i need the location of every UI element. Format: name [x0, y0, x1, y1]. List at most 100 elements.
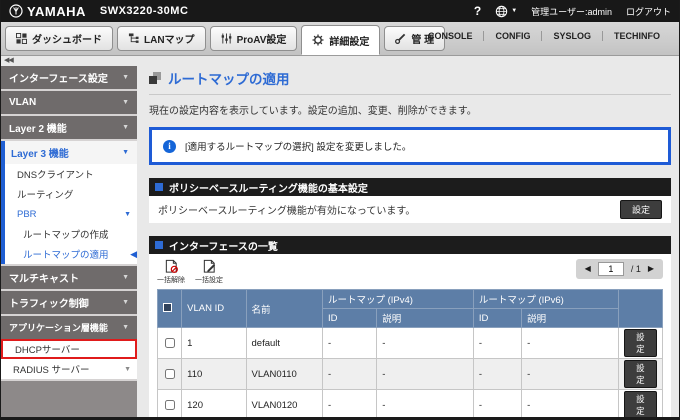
cell-name: VLAN0110 — [245, 358, 323, 390]
gear-icon — [312, 34, 324, 46]
sidebar-collapse-icon[interactable]: ◀◀ — [1, 56, 137, 66]
list-toolbar: 一括解除 一括設定 ◀ / 1 ▶ — [157, 259, 663, 285]
chevron-down-icon: ▼ — [122, 149, 129, 156]
info-icon: i — [163, 139, 176, 153]
sidebar-item-routing[interactable]: ルーティング — [5, 184, 137, 204]
col-header-name: 名前 — [245, 289, 323, 328]
cell-v6-desc: - — [521, 358, 619, 390]
row-settings-button[interactable]: 設定 — [623, 391, 657, 417]
bulk-set-icon — [203, 259, 215, 273]
col-header-routemap-ipv4: ルートマップ (IPv4) — [321, 289, 474, 309]
sidebar-item-label: アプリケーション層機能 — [9, 323, 108, 333]
sidebar-item-vlan[interactable]: VLAN ▼ — [1, 91, 137, 114]
pbr-section-body: ポリシーベースルーティング機能が有効になっています。 設定 — [149, 196, 671, 223]
sidebar: ◀◀ インターフェース設定 ▼ VLAN ▼ Layer 2 機能 ▼ Laye… — [1, 56, 137, 417]
bulk-clear-icon — [165, 259, 178, 273]
select-all-checkbox[interactable] — [163, 302, 172, 312]
cell-v6-id: - — [472, 389, 523, 417]
row-settings-button[interactable]: 設定 — [623, 329, 657, 357]
config-link[interactable]: CONFIG — [483, 31, 541, 41]
pbr-section-header: ポリシーベースルーティング機能の基本設定 — [149, 178, 671, 196]
pbr-status-text: ポリシーベースルーティング機能が有効になっています。 — [158, 206, 416, 217]
globe-icon — [495, 5, 508, 17]
tab-label: ProAV設定 — [236, 35, 287, 46]
bulk-set-button[interactable]: 一括設定 — [195, 259, 223, 285]
cell-vlan-id: 120 — [181, 389, 247, 417]
sidebar-item-multicast[interactable]: マルチキャスト ▼ — [1, 266, 137, 289]
console-link[interactable]: CONSOLE — [417, 31, 484, 41]
sidebar-item-dns-client[interactable]: DNSクライアント — [5, 164, 137, 184]
prev-page-icon[interactable]: ◀ — [585, 265, 591, 273]
logout-button[interactable]: ログアウト — [626, 5, 671, 18]
notice-banner: i [適用するルートマップの選択] 設定を変更しました。 — [149, 127, 671, 165]
chevron-down-icon: ▼ — [122, 99, 129, 106]
sidebar-item-label: トラフィック制御 — [9, 299, 89, 310]
sidebar-item-routemap-apply[interactable]: ルートマップの適用 ◀ — [5, 244, 137, 264]
section-bullet-icon — [155, 241, 163, 249]
page-input[interactable] — [597, 262, 624, 276]
tab-dashboard[interactable]: ダッシュボード — [5, 26, 113, 51]
bulk-clear-button[interactable]: 一括解除 — [157, 259, 185, 285]
sidebar-item-label: インターフェース設定 — [9, 74, 108, 85]
sidebar-item-layer3[interactable]: Layer 3 機能 ▼ — [5, 141, 137, 164]
chevron-down-icon: ▼ — [122, 74, 129, 81]
cell-v6-desc: - — [521, 389, 619, 417]
help-icon[interactable]: ? — [474, 4, 481, 18]
cell-vlan-id: 110 — [181, 358, 247, 390]
col-header-action — [617, 289, 664, 328]
interface-section-header: インターフェースの一覧 — [149, 236, 671, 254]
sidebar-item-dhcp-server[interactable]: DHCPサーバー — [1, 339, 137, 359]
table-row: 120 VLAN0120 - - - - 設定 — [156, 389, 664, 417]
sidebar-group-application: DHCPサーバー RADIUS サーバー ▼ — [1, 339, 137, 379]
sidebar-item-label: VLAN — [9, 97, 37, 108]
sidebar-item-label: ルートマップの適用 — [23, 250, 109, 261]
logged-in-user: 管理ユーザー:admin — [531, 6, 612, 17]
app-window: YAMAHA SWX3220-30MC ? ▼ 管理ユーザー:admin ログア… — [0, 0, 680, 420]
sidebar-item-interface-settings[interactable]: インターフェース設定 ▼ — [1, 66, 137, 89]
page-title: ルートマップの適用 — [168, 72, 290, 87]
pbr-settings-button[interactable]: 設定 — [619, 200, 662, 219]
interface-section-body: 一括解除 一括設定 ◀ / 1 ▶ — [149, 254, 671, 417]
main-tab-bar: ダッシュボード LANマップ ProAV設定 詳細設定 管 理 CONSOLE … — [1, 22, 679, 56]
techinfo-link[interactable]: TECHINFO — [602, 31, 671, 41]
table-row: 1 default - - - - 設定 — [156, 327, 664, 359]
col-header-ipv4-desc: 説明 — [376, 308, 474, 328]
sidebar-item-label: DHCPサーバー — [15, 345, 80, 356]
cell-v6-desc: - — [521, 327, 619, 359]
tab-proav[interactable]: ProAV設定 — [209, 26, 298, 51]
cell-v4-id: - — [321, 389, 378, 417]
chevron-down-icon: ▼ — [122, 274, 129, 281]
cell-v4-desc: - — [376, 389, 474, 417]
cell-v4-desc: - — [376, 327, 474, 359]
cell-name: VLAN0120 — [245, 389, 323, 417]
tab-advanced-settings[interactable]: 詳細設定 — [301, 25, 381, 55]
chevron-down-icon: ▼ — [124, 365, 131, 373]
page-total: / 1 — [630, 264, 641, 274]
row-checkbox[interactable] — [164, 337, 175, 348]
cell-v4-desc: - — [376, 358, 474, 390]
row-settings-button[interactable]: 設定 — [623, 360, 657, 388]
tab-lanmap[interactable]: LANマップ — [117, 26, 206, 51]
topbar-right: ? ▼ 管理ユーザー:admin ログアウト — [474, 4, 671, 18]
cell-v6-id: - — [472, 327, 523, 359]
col-header-vlan-id: VLAN ID — [181, 289, 247, 328]
sidebar-item-routemap-create[interactable]: ルートマップの作成 — [5, 224, 137, 244]
tab-label: ダッシュボード — [32, 35, 102, 46]
interface-section-title: インターフェースの一覧 — [169, 241, 278, 253]
page-description: 現在の設定内容を表示しています。設定の追加、変更、削除ができます。 — [149, 106, 477, 117]
row-checkbox[interactable] — [164, 368, 175, 379]
sidebar-item-layer2[interactable]: Layer 2 機能 ▼ — [1, 116, 137, 139]
sidebar-item-application-layer[interactable]: アプリケーション層機能 ▼ — [1, 316, 137, 339]
dashboard-icon — [16, 33, 27, 44]
syslog-link[interactable]: SYSLOG — [541, 31, 602, 41]
sidebar-item-pbr[interactable]: PBR ▼ — [5, 204, 137, 224]
sidebar-item-radius-server[interactable]: RADIUS サーバー ▼ — [1, 359, 137, 379]
cell-v4-id: - — [321, 358, 378, 390]
next-page-icon[interactable]: ▶ — [648, 265, 654, 273]
sidebar-item-label: Layer 2 機能 — [9, 124, 67, 135]
language-selector[interactable]: ▼ — [495, 5, 517, 18]
row-checkbox[interactable] — [164, 399, 175, 410]
bulk-set-label: 一括設定 — [195, 277, 223, 284]
sidebar-item-traffic-control[interactable]: トラフィック制御 ▼ — [1, 291, 137, 314]
section-bullet-icon — [155, 183, 163, 191]
